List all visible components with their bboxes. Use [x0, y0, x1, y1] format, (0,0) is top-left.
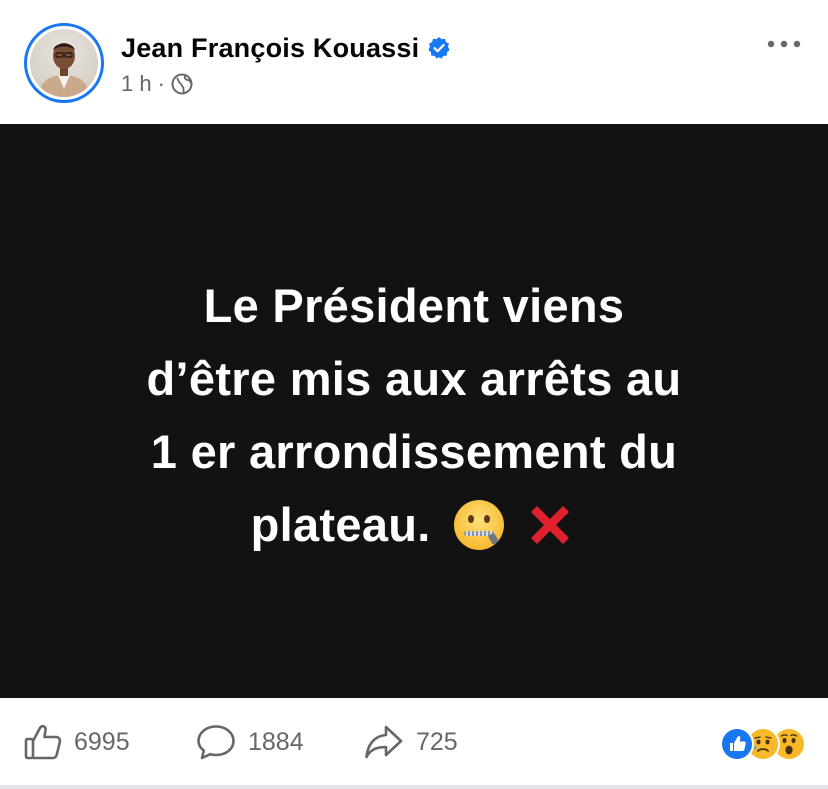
meta-separator: · — [157, 71, 165, 96]
avatar[interactable] — [24, 23, 104, 103]
verified-badge-icon — [427, 36, 451, 60]
reactions-summary[interactable] — [720, 727, 806, 761]
more-options-button[interactable] — [766, 30, 802, 58]
facebook-post: Jean François Kouassi 1 h · Le Président… — [0, 0, 828, 789]
author-row: Jean François Kouassi — [121, 30, 451, 66]
author-name[interactable]: Jean François Kouassi — [121, 33, 419, 64]
post-text-line-2: d’être mis aux arrêts au — [146, 352, 682, 405]
footer-divider — [0, 785, 828, 789]
share-count: 725 — [416, 727, 458, 756]
like-button[interactable]: 6995 — [24, 724, 130, 760]
post-image[interactable]: Le Président viens d’être mis aux arrêts… — [0, 124, 828, 698]
zipper-mouth-face-icon — [452, 498, 506, 552]
post-text-line-1: Le Président viens — [203, 279, 625, 332]
like-count: 6995 — [74, 727, 130, 756]
post-time[interactable]: 1 h — [121, 71, 152, 97]
post-text: Le Président viens d’être mis aux arrêts… — [34, 269, 794, 561]
like-reaction-icon — [720, 727, 754, 761]
avatar-photo — [30, 29, 98, 97]
post-text-line-4-wrap: plateau. — [34, 488, 794, 561]
cross-mark-icon — [523, 498, 577, 552]
avatar-person-icon — [38, 43, 90, 97]
more-dots-icon — [767, 40, 801, 48]
post-meta: 1 h · — [121, 70, 193, 98]
comment-bubble-icon — [197, 725, 235, 760]
post-text-line-4: plateau. — [250, 498, 431, 551]
comment-button[interactable]: 1884 — [196, 724, 304, 760]
globe-icon[interactable] — [171, 73, 193, 95]
thumbs-up-icon — [24, 724, 62, 760]
post-text-line-3: 1 er arrondissement du — [150, 425, 678, 478]
post-footer: 6995 1884 725 — [0, 698, 828, 789]
comment-count: 1884 — [248, 727, 304, 756]
share-arrow-icon — [365, 725, 403, 759]
post-header: Jean François Kouassi 1 h · — [0, 0, 828, 124]
share-button[interactable]: 725 — [364, 724, 458, 760]
